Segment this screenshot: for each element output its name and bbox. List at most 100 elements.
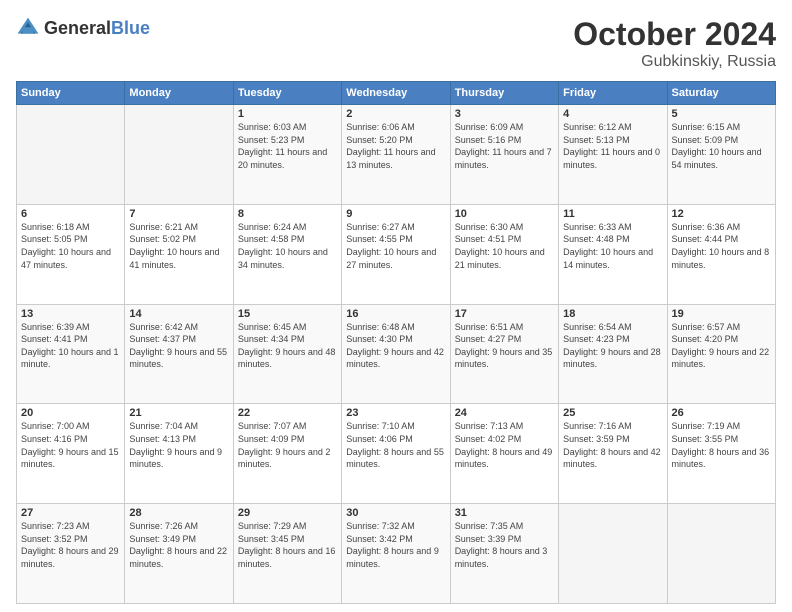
calendar-table: SundayMondayTuesdayWednesdayThursdayFrid… (16, 81, 776, 604)
page-container: GeneralBlue October 2024 Gubkinskiy, Rus… (0, 0, 792, 612)
day-number: 21 (129, 407, 228, 419)
title-block: October 2024 Gubkinskiy, Russia (573, 16, 776, 71)
day-number: 7 (129, 208, 228, 220)
day-number: 9 (346, 208, 445, 220)
subtitle: Gubkinskiy, Russia (573, 53, 776, 71)
weekday-header-saturday: Saturday (667, 82, 775, 105)
calendar-day: 9Sunrise: 6:27 AMSunset: 4:55 PMDaylight… (342, 204, 450, 304)
day-number: 24 (455, 407, 554, 419)
calendar-week-4: 20Sunrise: 7:00 AMSunset: 4:16 PMDayligh… (17, 404, 776, 504)
day-info: Sunrise: 6:33 AMSunset: 4:48 PMDaylight:… (563, 221, 662, 271)
day-number: 17 (455, 308, 554, 320)
weekday-header-tuesday: Tuesday (233, 82, 341, 105)
day-number: 26 (672, 407, 771, 419)
day-info: Sunrise: 6:54 AMSunset: 4:23 PMDaylight:… (563, 321, 662, 371)
day-number: 31 (455, 507, 554, 519)
day-number: 11 (563, 208, 662, 220)
calendar-week-2: 6Sunrise: 6:18 AMSunset: 5:05 PMDaylight… (17, 204, 776, 304)
day-info: Sunrise: 7:23 AMSunset: 3:52 PMDaylight:… (21, 520, 120, 570)
day-info: Sunrise: 6:12 AMSunset: 5:13 PMDaylight:… (563, 121, 662, 171)
day-number: 28 (129, 507, 228, 519)
day-info: Sunrise: 6:03 AMSunset: 5:23 PMDaylight:… (238, 121, 337, 171)
calendar-day: 29Sunrise: 7:29 AMSunset: 3:45 PMDayligh… (233, 504, 341, 604)
calendar-day: 23Sunrise: 7:10 AMSunset: 4:06 PMDayligh… (342, 404, 450, 504)
day-info: Sunrise: 6:09 AMSunset: 5:16 PMDaylight:… (455, 121, 554, 171)
calendar-day: 1Sunrise: 6:03 AMSunset: 5:23 PMDaylight… (233, 105, 341, 205)
day-info: Sunrise: 6:48 AMSunset: 4:30 PMDaylight:… (346, 321, 445, 371)
calendar-day: 17Sunrise: 6:51 AMSunset: 4:27 PMDayligh… (450, 304, 558, 404)
logo-icon (16, 16, 40, 40)
day-info: Sunrise: 7:19 AMSunset: 3:55 PMDaylight:… (672, 420, 771, 470)
calendar-day: 27Sunrise: 7:23 AMSunset: 3:52 PMDayligh… (17, 504, 125, 604)
day-info: Sunrise: 6:21 AMSunset: 5:02 PMDaylight:… (129, 221, 228, 271)
day-number: 27 (21, 507, 120, 519)
weekday-header-friday: Friday (559, 82, 667, 105)
day-info: Sunrise: 6:30 AMSunset: 4:51 PMDaylight:… (455, 221, 554, 271)
month-title: October 2024 (573, 16, 776, 53)
day-number: 6 (21, 208, 120, 220)
day-info: Sunrise: 7:13 AMSunset: 4:02 PMDaylight:… (455, 420, 554, 470)
calendar-week-5: 27Sunrise: 7:23 AMSunset: 3:52 PMDayligh… (17, 504, 776, 604)
day-info: Sunrise: 6:15 AMSunset: 5:09 PMDaylight:… (672, 121, 771, 171)
calendar-day (559, 504, 667, 604)
logo-general: GeneralBlue (44, 18, 150, 39)
weekday-header-thursday: Thursday (450, 82, 558, 105)
weekday-header-sunday: Sunday (17, 82, 125, 105)
weekday-row: SundayMondayTuesdayWednesdayThursdayFrid… (17, 82, 776, 105)
day-info: Sunrise: 7:07 AMSunset: 4:09 PMDaylight:… (238, 420, 337, 470)
day-info: Sunrise: 6:24 AMSunset: 4:58 PMDaylight:… (238, 221, 337, 271)
logo: GeneralBlue (16, 16, 150, 40)
calendar-day: 21Sunrise: 7:04 AMSunset: 4:13 PMDayligh… (125, 404, 233, 504)
calendar-day: 7Sunrise: 6:21 AMSunset: 5:02 PMDaylight… (125, 204, 233, 304)
day-number: 18 (563, 308, 662, 320)
day-number: 25 (563, 407, 662, 419)
calendar-day: 15Sunrise: 6:45 AMSunset: 4:34 PMDayligh… (233, 304, 341, 404)
calendar-day (667, 504, 775, 604)
calendar-week-1: 1Sunrise: 6:03 AMSunset: 5:23 PMDaylight… (17, 105, 776, 205)
calendar-header: SundayMondayTuesdayWednesdayThursdayFrid… (17, 82, 776, 105)
calendar-day: 2Sunrise: 6:06 AMSunset: 5:20 PMDaylight… (342, 105, 450, 205)
day-info: Sunrise: 7:16 AMSunset: 3:59 PMDaylight:… (563, 420, 662, 470)
calendar-day: 5Sunrise: 6:15 AMSunset: 5:09 PMDaylight… (667, 105, 775, 205)
calendar-day (17, 105, 125, 205)
calendar-day: 19Sunrise: 6:57 AMSunset: 4:20 PMDayligh… (667, 304, 775, 404)
day-number: 14 (129, 308, 228, 320)
header: GeneralBlue October 2024 Gubkinskiy, Rus… (16, 16, 776, 71)
calendar-day: 11Sunrise: 6:33 AMSunset: 4:48 PMDayligh… (559, 204, 667, 304)
day-info: Sunrise: 7:29 AMSunset: 3:45 PMDaylight:… (238, 520, 337, 570)
day-info: Sunrise: 6:57 AMSunset: 4:20 PMDaylight:… (672, 321, 771, 371)
day-info: Sunrise: 6:06 AMSunset: 5:20 PMDaylight:… (346, 121, 445, 171)
day-info: Sunrise: 7:32 AMSunset: 3:42 PMDaylight:… (346, 520, 445, 570)
day-info: Sunrise: 6:51 AMSunset: 4:27 PMDaylight:… (455, 321, 554, 371)
day-info: Sunrise: 6:42 AMSunset: 4:37 PMDaylight:… (129, 321, 228, 371)
day-number: 23 (346, 407, 445, 419)
day-info: Sunrise: 6:45 AMSunset: 4:34 PMDaylight:… (238, 321, 337, 371)
day-number: 5 (672, 108, 771, 120)
calendar-day: 14Sunrise: 6:42 AMSunset: 4:37 PMDayligh… (125, 304, 233, 404)
day-info: Sunrise: 6:36 AMSunset: 4:44 PMDaylight:… (672, 221, 771, 271)
day-info: Sunrise: 6:39 AMSunset: 4:41 PMDaylight:… (21, 321, 120, 371)
calendar-day: 3Sunrise: 6:09 AMSunset: 5:16 PMDaylight… (450, 105, 558, 205)
calendar-day: 22Sunrise: 7:07 AMSunset: 4:09 PMDayligh… (233, 404, 341, 504)
calendar-day: 4Sunrise: 6:12 AMSunset: 5:13 PMDaylight… (559, 105, 667, 205)
day-number: 15 (238, 308, 337, 320)
day-info: Sunrise: 7:04 AMSunset: 4:13 PMDaylight:… (129, 420, 228, 470)
day-number: 22 (238, 407, 337, 419)
calendar-day: 10Sunrise: 6:30 AMSunset: 4:51 PMDayligh… (450, 204, 558, 304)
day-number: 1 (238, 108, 337, 120)
day-info: Sunrise: 7:00 AMSunset: 4:16 PMDaylight:… (21, 420, 120, 470)
day-number: 8 (238, 208, 337, 220)
day-info: Sunrise: 7:26 AMSunset: 3:49 PMDaylight:… (129, 520, 228, 570)
calendar-day: 30Sunrise: 7:32 AMSunset: 3:42 PMDayligh… (342, 504, 450, 604)
day-number: 20 (21, 407, 120, 419)
day-number: 13 (21, 308, 120, 320)
calendar-day: 31Sunrise: 7:35 AMSunset: 3:39 PMDayligh… (450, 504, 558, 604)
calendar-day (125, 105, 233, 205)
calendar-day: 6Sunrise: 6:18 AMSunset: 5:05 PMDaylight… (17, 204, 125, 304)
calendar-day: 18Sunrise: 6:54 AMSunset: 4:23 PMDayligh… (559, 304, 667, 404)
calendar-day: 25Sunrise: 7:16 AMSunset: 3:59 PMDayligh… (559, 404, 667, 504)
day-info: Sunrise: 7:10 AMSunset: 4:06 PMDaylight:… (346, 420, 445, 470)
day-number: 30 (346, 507, 445, 519)
calendar-day: 24Sunrise: 7:13 AMSunset: 4:02 PMDayligh… (450, 404, 558, 504)
calendar-week-3: 13Sunrise: 6:39 AMSunset: 4:41 PMDayligh… (17, 304, 776, 404)
